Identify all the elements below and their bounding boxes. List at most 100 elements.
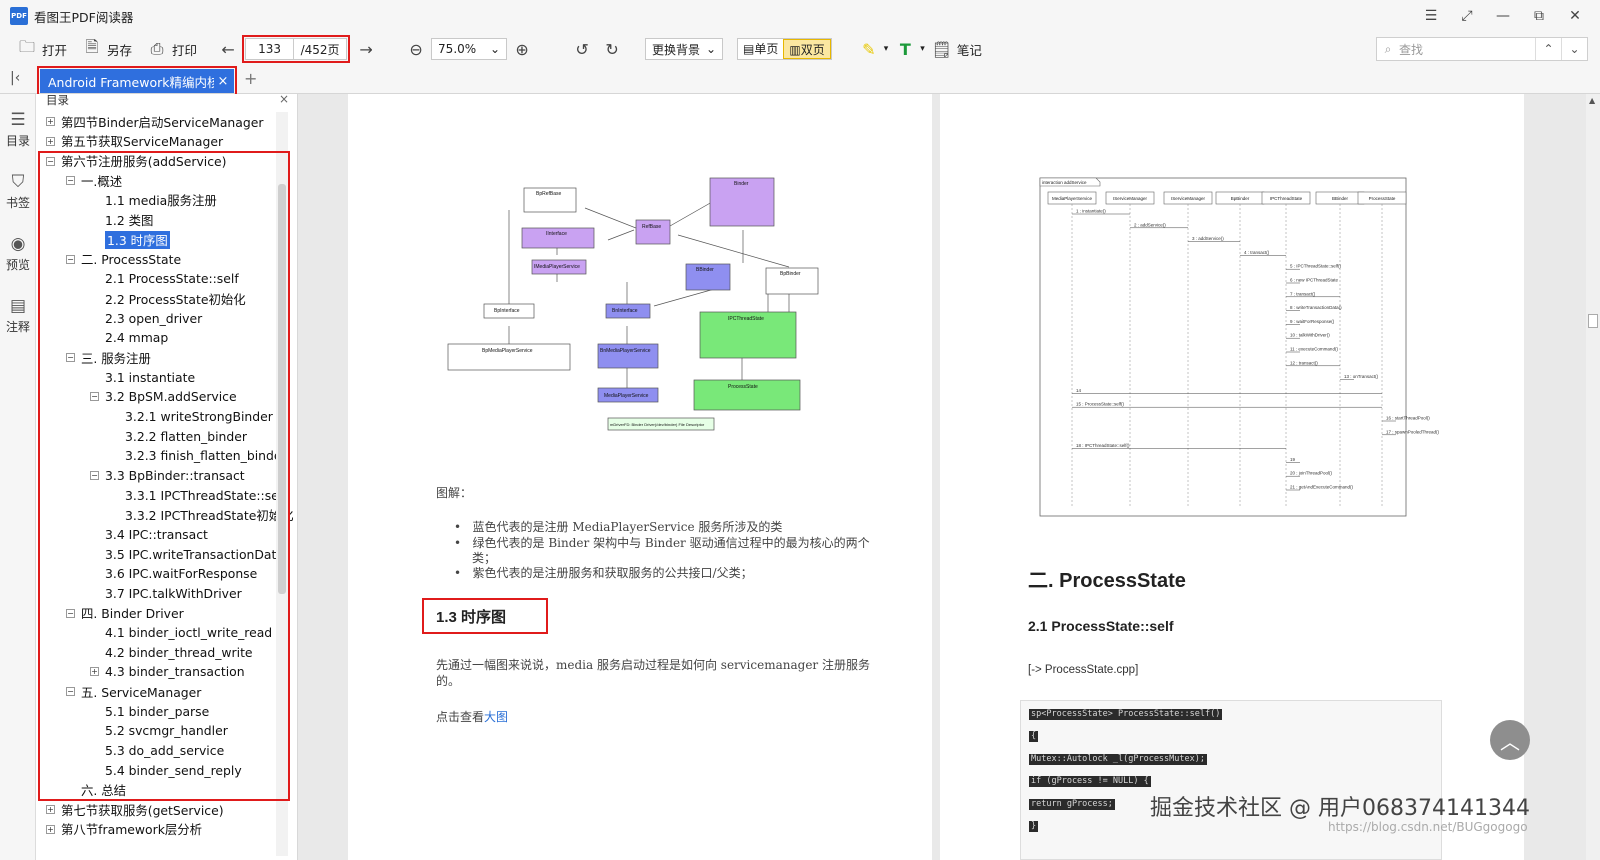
- toc-item[interactable]: − 一.概述: [66, 171, 122, 191]
- collapse-icon[interactable]: −: [66, 608, 75, 618]
- print-button[interactable]: ⎙ 打印: [140, 35, 205, 63]
- toc-item[interactable]: 4.2 binder_thread_write: [90, 643, 253, 663]
- toc-item[interactable]: 1.3 时序图: [90, 230, 170, 250]
- seq-message-label: 6 : new IPCThreadState: [1290, 278, 1339, 283]
- toc-item[interactable]: 3.2.3 finish_flatten_binder: [110, 446, 287, 466]
- collapse-icon[interactable]: −: [66, 254, 75, 264]
- toc-item-label: 3.2.3 finish_flatten_binder: [125, 448, 287, 464]
- search-prev-icon[interactable]: ⌃: [1535, 38, 1561, 60]
- highlight-button[interactable]: ✎ ▾: [856, 35, 893, 63]
- toc-item[interactable]: 2.1 ProcessState::self: [90, 269, 239, 289]
- toc-item[interactable]: 5.4 binder_send_reply: [90, 760, 242, 780]
- toc-item[interactable]: + 第四节Binder启动ServiceManager: [46, 112, 263, 132]
- toc-item-label: 5.1 binder_parse: [105, 703, 210, 719]
- open-button[interactable]: 🗀 打开: [10, 35, 75, 63]
- toc-item[interactable]: 5.2 svcmgr_handler: [90, 721, 228, 741]
- toc-item[interactable]: 3.2.2 flatten_binder: [110, 426, 247, 446]
- large-image-link[interactable]: 大图: [484, 710, 508, 724]
- minimize-icon[interactable]: —: [1486, 4, 1520, 28]
- rail-item-bookmark[interactable]: ⛉ 书签: [0, 172, 36, 211]
- toc-item[interactable]: 3.3.1 IPCThreadState::self: [110, 485, 287, 505]
- next-page-button[interactable]: →: [347, 35, 385, 63]
- toc-item[interactable]: 2.3 open_driver: [90, 309, 202, 329]
- collapse-icon[interactable]: −: [90, 470, 99, 480]
- fullscreen-icon[interactable]: ⤢: [1450, 4, 1484, 28]
- window-controls: ☰ ⤢ — ⧉ ✕: [1414, 4, 1592, 28]
- toc-item[interactable]: 5.1 binder_parse: [90, 702, 209, 722]
- toc-item[interactable]: − 第六节注册服务(addService): [46, 151, 227, 171]
- chevron-down-icon: ⌄: [705, 42, 717, 56]
- menu-icon[interactable]: ☰: [1414, 4, 1448, 28]
- toc-item[interactable]: −3.3 BpBinder::transact: [90, 466, 245, 486]
- new-tab-icon[interactable]: +: [244, 69, 257, 88]
- toc-item[interactable]: 3.5 IPC.writeTransactionData: [90, 544, 284, 564]
- toc-scroll-thumb[interactable]: [278, 184, 286, 594]
- collapse-icon[interactable]: −: [66, 687, 75, 697]
- rotate-left-button[interactable]: ↺: [567, 35, 597, 63]
- zoom-in-button[interactable]: ⊕: [507, 35, 537, 63]
- toc-item[interactable]: 1.2 类图: [90, 210, 153, 230]
- close-tab-icon[interactable]: ×: [214, 74, 232, 89]
- zoom-out-button[interactable]: ⊖: [401, 35, 431, 63]
- search-next-icon[interactable]: ⌄: [1561, 38, 1587, 60]
- toc-item[interactable]: − 五. ServiceManager: [66, 682, 201, 702]
- toc-item[interactable]: + 第八节framework层分析: [46, 819, 202, 839]
- toc-item[interactable]: 3.6 IPC.waitForResponse: [90, 564, 257, 584]
- expand-icon[interactable]: +: [46, 805, 55, 815]
- close-icon[interactable]: ×: [279, 94, 289, 106]
- sidebar-toggle-icon[interactable]: |‹: [10, 70, 20, 86]
- saveas-button[interactable]: 🗎 另存: [75, 35, 140, 63]
- rail-item-toc[interactable]: ☰ 目录: [0, 110, 36, 149]
- collapse-icon[interactable]: −: [90, 392, 99, 402]
- expand-icon[interactable]: +: [46, 117, 55, 127]
- rail-item-annotation[interactable]: ▤ 注释: [0, 296, 36, 335]
- toc-item[interactable]: 六. 总结: [66, 780, 126, 800]
- toc-item[interactable]: − 二. ProcessState: [66, 250, 181, 270]
- collapse-icon[interactable]: −: [66, 353, 75, 363]
- scroll-up-icon[interactable]: ▲: [1589, 96, 1595, 105]
- background-select[interactable]: 更换背景 ⌄: [645, 38, 724, 60]
- toc-item[interactable]: 4.1 binder_ioctl_write_read: [90, 623, 272, 643]
- toc-item[interactable]: 3.1 instantiate: [90, 367, 195, 387]
- restore-icon[interactable]: ⧉: [1522, 4, 1556, 28]
- toc-item-label: 3.2.2 flatten_binder: [125, 428, 247, 444]
- search-input[interactable]: ⌕ 查找 ⌃ ⌄: [1376, 37, 1588, 61]
- rotate-right-button[interactable]: ↻: [597, 35, 627, 63]
- double-page-button[interactable]: ▥双页: [783, 39, 831, 59]
- seq-message-label: 19: [1290, 457, 1296, 462]
- toc-scrollbar[interactable]: [276, 112, 288, 856]
- toc-item[interactable]: + 第五节获取ServiceManager: [46, 132, 223, 152]
- toc-item[interactable]: 3.2.1 writeStrongBinder: [110, 407, 273, 427]
- toc-item[interactable]: −3.2 BpSM.addService: [90, 387, 237, 407]
- toc-item[interactable]: 5.3 do_add_service: [90, 741, 224, 761]
- collapse-icon[interactable]: −: [46, 156, 55, 166]
- notes-button[interactable]: 🗒 笔记: [929, 35, 986, 63]
- toc-item[interactable]: +4.3 binder_transaction: [90, 662, 245, 682]
- toc-item[interactable]: 3.3.2 IPCThreadState初始化: [110, 505, 294, 525]
- prev-page-button[interactable]: ←: [215, 35, 241, 63]
- expand-icon[interactable]: +: [90, 667, 99, 677]
- viewer-scrollbar[interactable]: ▲: [1586, 94, 1600, 860]
- toc-item[interactable]: 2.4 mmap: [90, 328, 168, 348]
- zoom-select[interactable]: 75.0% ⌄: [431, 38, 508, 60]
- toc-item[interactable]: 2.2 ProcessState初始化: [90, 289, 246, 309]
- page-number-input[interactable]: 133: [246, 39, 295, 59]
- expand-icon[interactable]: +: [46, 136, 55, 146]
- viewer-scroll-thumb[interactable]: [1588, 314, 1598, 328]
- toc-item[interactable]: 3.4 IPC::transact: [90, 525, 208, 545]
- expand-icon[interactable]: +: [46, 824, 55, 834]
- paragraph-cont: 的。: [436, 674, 461, 688]
- single-page-button[interactable]: ▤单页: [738, 39, 784, 59]
- toc-item-label: 2.1 ProcessState::self: [105, 271, 239, 287]
- chevron-up-icon[interactable]: ︿: [1490, 720, 1530, 760]
- toc-item[interactable]: 3.7 IPC.talkWithDriver: [90, 584, 242, 604]
- toc-item[interactable]: − 三. 服务注册: [66, 348, 151, 368]
- toc-item[interactable]: + 第七节获取服务(getService): [46, 800, 224, 820]
- document-tab[interactable]: Android Framework精编内核解析 ×: [37, 66, 237, 96]
- rail-item-preview[interactable]: ◉ 预览: [0, 234, 36, 273]
- toc-item[interactable]: 1.1 media服务注册: [90, 191, 217, 211]
- close-icon[interactable]: ✕: [1558, 4, 1592, 28]
- text-tool-button[interactable]: T ▾: [892, 35, 929, 63]
- collapse-icon[interactable]: −: [66, 176, 75, 186]
- toc-item[interactable]: − 四. Binder Driver: [66, 603, 184, 623]
